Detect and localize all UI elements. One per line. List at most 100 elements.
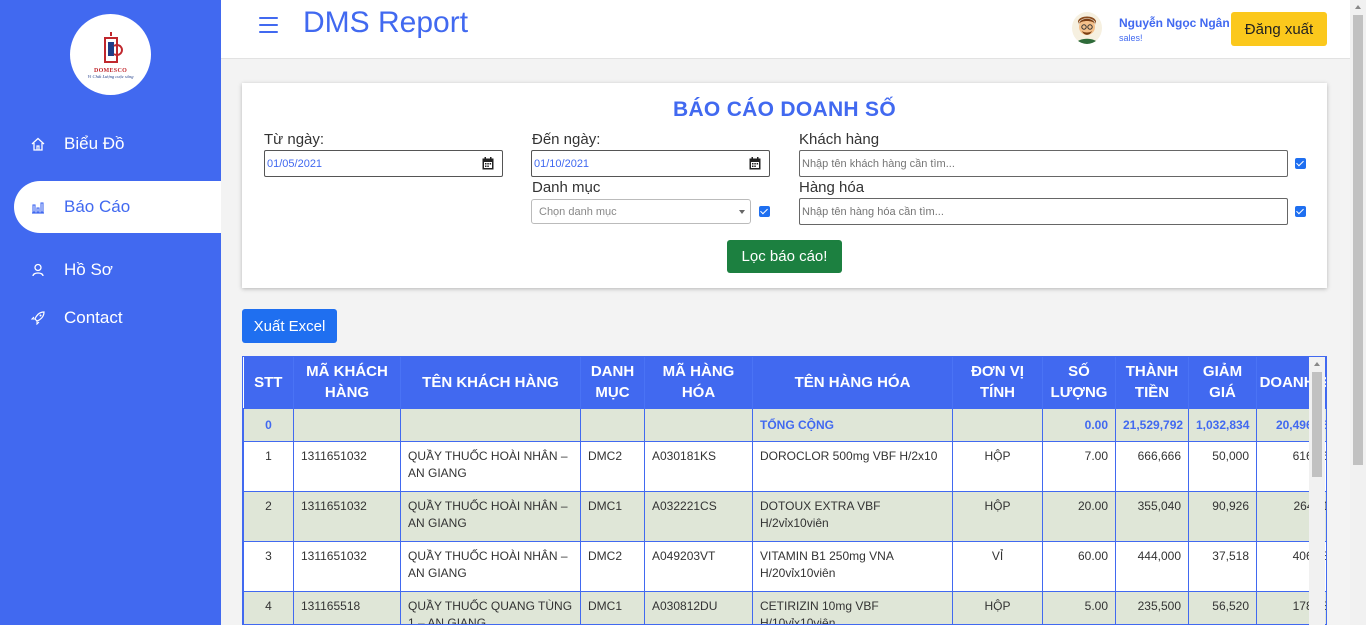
cell-amount: 355,040	[1115, 490, 1189, 542]
product-label: Hàng hóa	[799, 179, 865, 196]
cell-product-code: A030812DU	[644, 590, 753, 624]
col-header[interactable]: TÊN KHÁCH HÀNG	[400, 357, 581, 408]
cell-quantity: 7.00	[1042, 440, 1116, 492]
category-select[interactable]: Chọn danh mục	[531, 199, 751, 224]
cell-empty	[580, 407, 645, 442]
cell-discount: 37,518	[1188, 540, 1257, 592]
to-date-value: 01/10/2021	[534, 158, 590, 170]
cell-unit: VỈ	[952, 540, 1043, 592]
col-header[interactable]: MÃ KHÁCH HÀNG	[293, 357, 401, 408]
cell-product-name: DOTOUX EXTRA VBF H/2vỉx10viên	[752, 490, 953, 542]
avatar[interactable]	[1072, 12, 1102, 44]
scroll-up-icon[interactable]	[1355, 5, 1361, 9]
page-scroll-thumb[interactable]	[1353, 15, 1363, 465]
cell-customer-code: 1311651032	[293, 540, 401, 592]
page-scrollbar[interactable]	[1350, 0, 1366, 625]
sidebar-item-charts[interactable]: Biểu Đồ	[14, 118, 221, 170]
table-row[interactable]: 3 1311651032 QUẦY THUỐC HOÀI NHÂN – AN G…	[243, 540, 1326, 592]
cell-stt: 2	[243, 490, 294, 542]
from-date-label: Từ ngày:	[264, 131, 325, 148]
table-row[interactable]: 4 131165518 QUẦY THUỐC QUANG TÙNG 1 – AN…	[243, 590, 1326, 624]
filter-report-button[interactable]: Lọc báo cáo!	[727, 240, 842, 273]
cell-category: DMC1	[580, 590, 645, 624]
cell-unit: HỘP	[952, 590, 1043, 624]
report-filter-card: BÁO CÁO DOANH SỐ Từ ngày: 01/05/2021 Đến…	[242, 83, 1327, 288]
rocket-icon	[30, 310, 46, 326]
cell-category: DMC2	[580, 540, 645, 592]
cell-amount: 444,000	[1115, 540, 1189, 592]
customer-search-input[interactable]	[799, 150, 1288, 177]
cell-quantity: 20.00	[1042, 490, 1116, 542]
sidebar-item-label: Contact	[64, 308, 123, 327]
cell-quantity: 5.00	[1042, 590, 1116, 624]
cell-amount: 235,500	[1115, 590, 1189, 624]
cell-discount: 56,520	[1188, 590, 1257, 624]
cell-product-code: A032221CS	[644, 490, 753, 542]
product-checkbox[interactable]	[1295, 206, 1306, 217]
calendar-icon[interactable]	[482, 157, 494, 170]
cell-stt: 3	[243, 540, 294, 592]
chevron-down-icon	[739, 210, 745, 214]
cell-product-name: DOROCLOR 500mg VBF H/2x10	[752, 440, 953, 492]
col-header[interactable]: TÊN HÀNG HÓA	[752, 357, 953, 408]
cell-quantity: 60.00	[1042, 540, 1116, 592]
cell-unit: HỘP	[952, 490, 1043, 542]
col-header[interactable]: STT	[243, 357, 294, 408]
sidebar-item-label: Báo Cáo	[64, 197, 131, 216]
category-checkbox[interactable]	[759, 206, 770, 217]
cell-discount: 50,000	[1188, 440, 1257, 492]
col-header[interactable]: MÃ HÀNG HÓA	[644, 357, 753, 408]
category-label: Danh mục	[532, 179, 601, 196]
to-date-field[interactable]: 01/10/2021	[531, 150, 770, 177]
table-scroll-thumb[interactable]	[1312, 372, 1322, 477]
export-excel-button[interactable]: Xuất Excel	[242, 309, 337, 343]
col-header[interactable]: GIẢM GIÁ	[1188, 357, 1257, 408]
cell-unit: HỘP	[952, 440, 1043, 492]
cell-customer-name: QUẦY THUỐC HOÀI NHÂN – AN GIANG	[400, 490, 581, 542]
col-header[interactable]: SỐ LƯỢNG	[1042, 357, 1116, 408]
cell-product-name: CETIRIZIN 10mg VBF H/10vỉx10viên	[752, 590, 953, 624]
to-date-label: Đến ngày:	[532, 131, 601, 148]
product-search-input[interactable]	[799, 198, 1288, 225]
cell-customer-code: 1311651032	[293, 490, 401, 542]
scroll-up-icon[interactable]	[1314, 362, 1320, 366]
total-row: 0 TỔNG CỘNG 0.00 21,529,792 1,032,834 20…	[243, 407, 1326, 442]
table-row[interactable]: 2 1311651032 QUẦY THUỐC HOÀI NHÂN – AN G…	[243, 490, 1326, 542]
col-header[interactable]: ĐƠN VỊ TÍNH	[952, 357, 1043, 408]
cell-amount: 666,666	[1115, 440, 1189, 492]
cell-customer-code: 1311651032	[293, 440, 401, 492]
calendar-icon[interactable]	[749, 157, 761, 170]
sidebar-item-label: Hồ Sơ	[64, 260, 113, 279]
cell-category: DMC1	[580, 490, 645, 542]
from-date-field[interactable]: 01/05/2021	[264, 150, 503, 177]
category-placeholder: Chọn danh mục	[539, 206, 617, 218]
col-header[interactable]: THÀNH TIỀN	[1115, 357, 1189, 408]
cell-product-code: A049203VT	[644, 540, 753, 592]
bar-chart-icon	[30, 199, 46, 215]
cell-quantity: 0.00	[1042, 407, 1116, 442]
cell-customer-name: QUẦY THUỐC QUANG TÙNG 1 – AN GIANG	[400, 590, 581, 624]
user-icon	[30, 262, 46, 278]
col-header[interactable]: DANH MỤC	[580, 357, 645, 408]
logout-button[interactable]: Đăng xuất	[1231, 12, 1327, 46]
customer-checkbox[interactable]	[1295, 158, 1306, 169]
cell-customer-name: QUẦY THUỐC HOÀI NHÂN – AN GIANG	[400, 540, 581, 592]
company-logo[interactable]: DOMESCO Vì Chất Lượng cuộc sống	[70, 14, 151, 95]
menu-icon[interactable]	[259, 17, 278, 33]
domesco-logo-mark	[103, 32, 123, 63]
sidebar-item-profile[interactable]: Hồ Sơ	[14, 244, 221, 296]
sidebar-item-label: Biểu Đồ	[64, 134, 125, 153]
cell-customer-name: QUẦY THUỐC HOÀI NHÂN – AN GIANG	[400, 440, 581, 492]
sidebar-item-contact[interactable]: Contact	[14, 292, 221, 344]
table-scrollbar[interactable]	[1309, 357, 1325, 625]
user-name: Nguyễn Ngọc Ngân	[1119, 16, 1230, 30]
cell-product-name: VITAMIN B1 250mg VNA H/20vỉx10viên	[752, 540, 953, 592]
top-bar: DMS Report Nguyễn Ngọc Ngân sales! Đăng …	[221, 0, 1350, 59]
cell-stt: 4	[243, 590, 294, 624]
cell-customer-code: 131165518	[293, 590, 401, 624]
report-table: STT MÃ KHÁCH HÀNG TÊN KHÁCH HÀNG DANH MỤ…	[242, 356, 1327, 625]
sidebar-item-reports[interactable]: Báo Cáo	[14, 181, 221, 233]
cell-category: DMC2	[580, 440, 645, 492]
cell-stt: 1	[243, 440, 294, 492]
table-row[interactable]: 1 1311651032 QUẦY THUỐC HOÀI NHÂN – AN G…	[243, 440, 1326, 492]
